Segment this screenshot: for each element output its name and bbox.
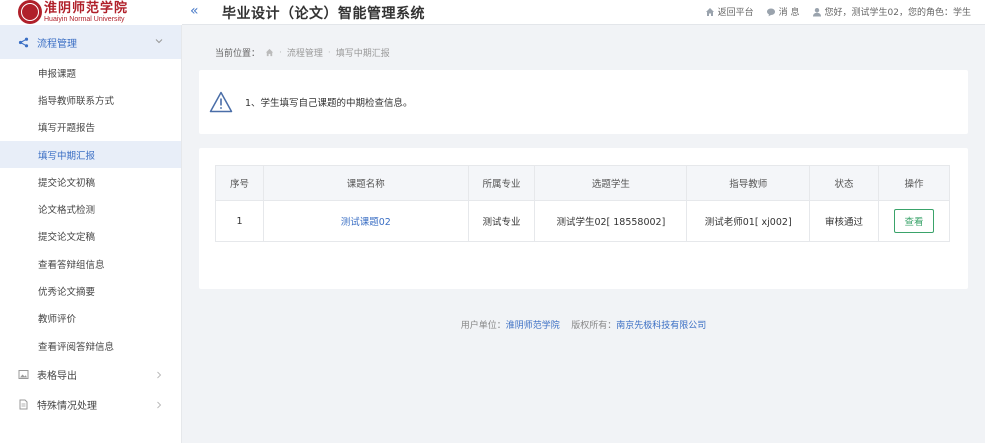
table-panel: 序号 课题名称 所属专业 选题学生 指导教师 状态 操作 1 测试课题02 测试… bbox=[199, 148, 968, 289]
sidebar-item-proposal-report[interactable]: 填写开题报告 bbox=[0, 114, 181, 141]
cell-major: 测试专业 bbox=[467, 200, 536, 242]
column-header-action: 操作 bbox=[878, 165, 950, 201]
sidebar-submenu: 申报课题 指导教师联系方式 填写开题报告 填写中期汇报 提交论文初稿 论文格式检… bbox=[0, 59, 181, 359]
sidebar-group-label: 表格导出 bbox=[37, 370, 77, 382]
footer-unit-link[interactable]: 淮阴师范学院 bbox=[506, 321, 560, 331]
university-logo[interactable]: 淮阴师范学院 Huaiyin Normal University bbox=[0, 0, 182, 25]
view-button[interactable]: 查看 bbox=[894, 209, 934, 233]
table-header-row: 序号 课题名称 所属专业 选题学生 指导教师 状态 操作 bbox=[215, 165, 950, 201]
sidebar-item-advisor-contact[interactable]: 指导教师联系方式 bbox=[0, 86, 181, 113]
messages-label: 消 息 bbox=[778, 8, 800, 18]
topic-table: 序号 课题名称 所属专业 选题学生 指导教师 状态 操作 1 测试课题02 测试… bbox=[215, 165, 950, 242]
sidebar-group-special[interactable]: 特殊情况处理 bbox=[0, 389, 181, 419]
image-icon bbox=[18, 369, 29, 379]
sidebar-group-label: 流程管理 bbox=[37, 38, 77, 50]
footer-copyright-link[interactable]: 南京先极科技有限公司 bbox=[616, 321, 706, 331]
sidebar-item-submit-draft[interactable]: 提交论文初稿 bbox=[0, 168, 181, 195]
back-platform-label: 返回平台 bbox=[717, 8, 754, 18]
breadcrumb-level1[interactable]: 流程管理 bbox=[287, 46, 323, 59]
notice-text: 1、学生填写自己课题的中期检查信息。 bbox=[245, 98, 413, 109]
sidebar-item-teacher-evaluation[interactable]: 教师评价 bbox=[0, 305, 181, 332]
sidebar-item-format-check[interactable]: 论文格式检测 bbox=[0, 195, 181, 222]
user-info[interactable]: 您好，测试学生02，您的角色：学生 bbox=[812, 5, 971, 18]
column-header-status: 状态 bbox=[809, 165, 879, 201]
messages-link[interactable]: 消 息 bbox=[766, 5, 800, 18]
sidebar-group-export[interactable]: 表格导出 bbox=[0, 359, 181, 389]
logo-chinese-name: 淮阴师范学院 bbox=[44, 1, 129, 16]
column-header-major: 所属专业 bbox=[467, 165, 536, 201]
column-header-index: 序号 bbox=[215, 165, 264, 201]
column-header-topic: 课题名称 bbox=[262, 165, 469, 201]
notice-panel: 1、学生填写自己课题的中期检查信息。 bbox=[199, 70, 968, 134]
user-greeting: 您好，测试学生02，您的角色：学生 bbox=[824, 8, 971, 18]
document-icon bbox=[19, 399, 28, 410]
breadcrumb-separator: · bbox=[327, 47, 331, 58]
home-icon[interactable] bbox=[265, 48, 274, 57]
cell-teacher: 测试老师01[ xj002] bbox=[686, 200, 811, 242]
sidebar-item-midterm-report[interactable]: 填写中期汇报 bbox=[0, 140, 181, 169]
footer-unit-label: 用户单位： bbox=[460, 321, 506, 331]
sidebar-item-excellent-abstract[interactable]: 优秀论文摘要 bbox=[0, 277, 181, 304]
footer: 用户单位：淮阴师范学院 版权所有：南京先极科技有限公司 bbox=[199, 318, 968, 331]
cell-status: 审核通过 bbox=[809, 200, 879, 242]
top-header: 淮阴师范学院 Huaiyin Normal University « 毕业设计（… bbox=[0, 0, 985, 25]
footer-copyright-label: 版权所有： bbox=[571, 321, 617, 331]
cell-student: 测试学生02[ 18558002] bbox=[534, 200, 688, 242]
chevron-right-icon bbox=[157, 401, 162, 409]
sidebar-item-defense-group[interactable]: 查看答辩组信息 bbox=[0, 250, 181, 277]
warning-icon bbox=[209, 91, 233, 113]
sidebar-group-label: 特殊情况处理 bbox=[37, 400, 97, 412]
sidebar-item-submit-final[interactable]: 提交论文定稿 bbox=[0, 223, 181, 250]
home-icon bbox=[705, 7, 714, 16]
breadcrumb-prefix: 当前位置： bbox=[215, 49, 261, 59]
sidebar-item-apply-topic[interactable]: 申报课题 bbox=[0, 59, 181, 86]
column-header-teacher: 指导教师 bbox=[686, 165, 811, 201]
top-nav: 返回平台 消 息 您好，测试学生02，您的角色：学生 bbox=[705, 5, 971, 18]
message-icon bbox=[766, 8, 775, 16]
table-row: 1 测试课题02 测试专业 测试学生02[ 18558002] 测试老师01[ … bbox=[215, 200, 950, 242]
column-header-student: 选题学生 bbox=[534, 165, 688, 201]
university-seal-icon bbox=[18, 0, 42, 24]
back-platform-link[interactable]: 返回平台 bbox=[705, 5, 754, 18]
breadcrumb-level2: 填写中期汇报 bbox=[335, 49, 390, 59]
topic-link[interactable]: 测试课题02 bbox=[262, 200, 469, 242]
cell-action: 查看 bbox=[878, 200, 950, 242]
logo-english-name: Huaiyin Normal University bbox=[44, 16, 125, 23]
sidebar-collapse-icon[interactable]: « bbox=[190, 3, 199, 19]
breadcrumb: 当前位置： · 流程管理 · 填写中期汇报 bbox=[215, 46, 390, 60]
sidebar: 流程管理 申报课题 指导教师联系方式 填写开题报告 填写中期汇报 提交论文初稿 … bbox=[0, 25, 182, 443]
breadcrumb-separator: · bbox=[279, 47, 282, 58]
cell-index: 1 bbox=[215, 200, 264, 242]
user-icon bbox=[812, 7, 821, 16]
share-icon bbox=[18, 37, 29, 47]
chevron-down-icon bbox=[155, 39, 163, 44]
sidebar-group-process[interactable]: 流程管理 bbox=[0, 25, 181, 59]
sidebar-item-review-defense-info[interactable]: 查看评阅答辩信息 bbox=[0, 332, 181, 359]
chevron-right-icon bbox=[157, 371, 162, 379]
system-title: 毕业设计（论文）智能管理系统 bbox=[222, 6, 425, 22]
